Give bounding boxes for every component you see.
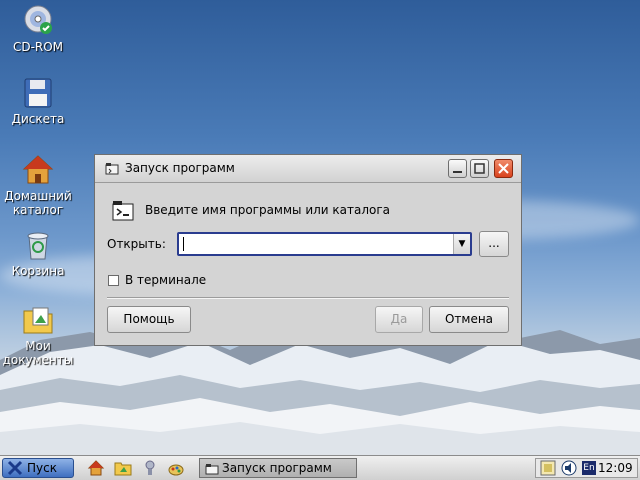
- keyboard-layout-icon[interactable]: [540, 460, 556, 476]
- close-button[interactable]: [494, 159, 513, 178]
- run-app-icon: [105, 163, 119, 175]
- clock[interactable]: 12:09: [598, 461, 633, 475]
- paint-icon[interactable]: [167, 459, 185, 477]
- taskbar: Пуск Запуск программ En 12:09: [0, 455, 640, 480]
- desktop-icon-trash[interactable]: Корзина: [0, 228, 80, 278]
- hint-icon[interactable]: [141, 459, 159, 477]
- minimize-icon: [453, 171, 462, 173]
- dialog-titlebar[interactable]: Запуск программ: [95, 155, 521, 183]
- desktop-icon-label: Мои документы: [2, 339, 74, 367]
- ok-button[interactable]: Да: [375, 306, 423, 333]
- browse-button[interactable]: ...: [479, 231, 509, 257]
- text-caret: [183, 237, 184, 251]
- home-icon[interactable]: [87, 459, 105, 477]
- open-input[interactable]: [179, 234, 457, 252]
- system-tray: En 12:09: [535, 458, 638, 478]
- separator: [107, 297, 509, 299]
- language-indicator[interactable]: En: [582, 461, 596, 475]
- desktop-icon-floppy[interactable]: Дискета: [0, 76, 80, 126]
- desktop-icon-label: Корзина: [11, 264, 65, 278]
- desktop-icon-label: Дискета: [11, 112, 65, 126]
- run-dialog: Запуск программ Введите имя программы ил…: [94, 154, 522, 346]
- desktop-icon-cdrom[interactable]: CD-ROM: [0, 4, 80, 54]
- close-icon: [498, 163, 509, 174]
- cancel-button[interactable]: Отмена: [429, 306, 509, 333]
- desktop-icon-label: Домашний каталог: [4, 189, 72, 217]
- home-folder-icon: [22, 155, 54, 184]
- run-app-icon: [205, 464, 219, 475]
- floppy-icon: [24, 78, 52, 108]
- dialog-title: Запуск программ: [125, 161, 235, 175]
- start-label: Пуск: [27, 461, 57, 475]
- cdrom-icon: [24, 5, 52, 34]
- maximize-button[interactable]: [470, 159, 489, 178]
- trash-icon: [27, 232, 49, 260]
- run-program-icon: [112, 201, 134, 221]
- start-button[interactable]: Пуск: [2, 458, 74, 478]
- help-button[interactable]: Помощь: [107, 306, 191, 333]
- desktop-icon-home[interactable]: Домашний каталог: [0, 153, 80, 217]
- folder-icon[interactable]: [114, 459, 132, 477]
- open-label: Открыть:: [107, 237, 166, 251]
- desktop-icon-label: CD-ROM: [12, 40, 64, 54]
- dropdown-button[interactable]: ▼: [453, 234, 470, 254]
- terminal-label: В терминале: [125, 273, 207, 287]
- taskbar-item-run-dialog[interactable]: Запуск программ: [199, 458, 357, 478]
- chevron-down-icon: ▼: [458, 239, 466, 249]
- minimize-button[interactable]: [448, 159, 467, 178]
- taskbar-item-label: Запуск программ: [222, 461, 332, 475]
- desktop-icon-documents[interactable]: Мои документы: [0, 303, 80, 367]
- prompt-text: Введите имя программы или каталога: [145, 203, 391, 217]
- documents-icon: [23, 307, 53, 334]
- open-combobox[interactable]: ▼: [177, 232, 472, 256]
- terminal-checkbox[interactable]: [108, 275, 119, 286]
- volume-icon[interactable]: [560, 460, 578, 476]
- maximize-icon: [474, 163, 485, 174]
- start-logo-icon: [7, 460, 23, 476]
